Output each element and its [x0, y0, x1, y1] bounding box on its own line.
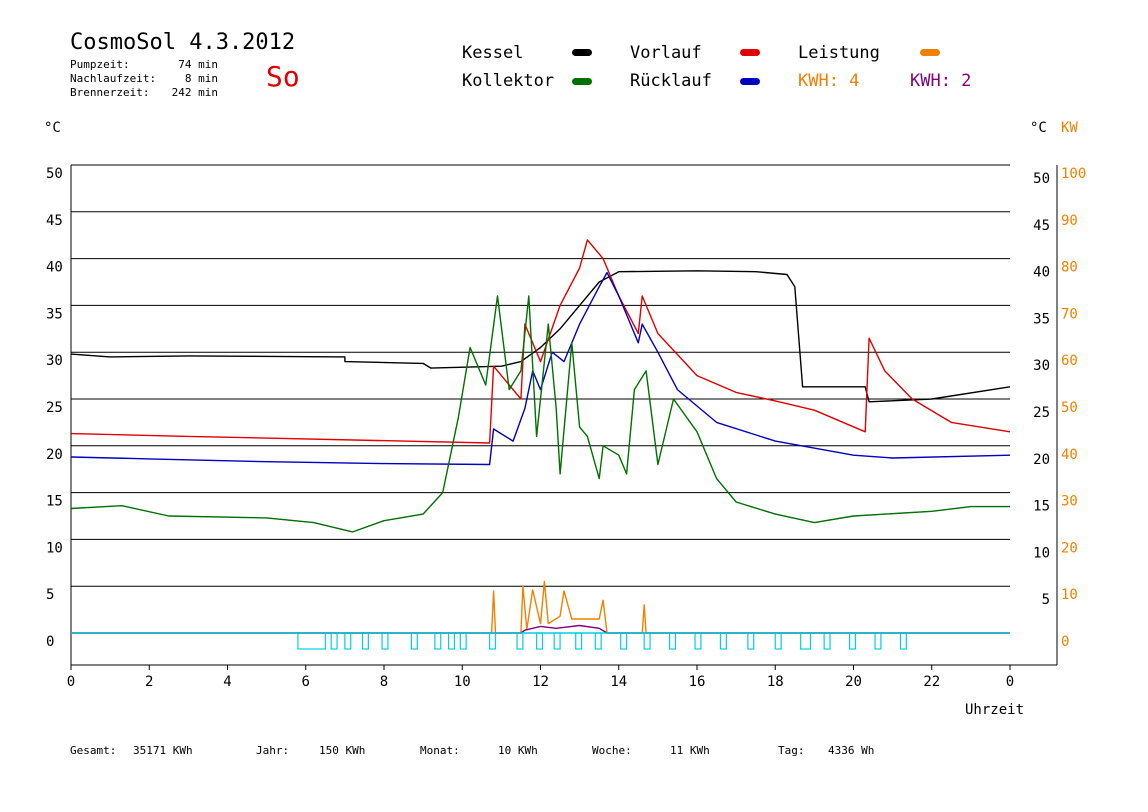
- footer-monat-label: Monat:: [420, 744, 460, 757]
- y2-kw-tick-label: 40: [1061, 447, 1078, 463]
- pump-pulse: [694, 632, 702, 650]
- pump-pulse: [330, 632, 338, 650]
- pump-pulse: [800, 632, 812, 650]
- y2-kw-tick-label: 90: [1061, 213, 1078, 229]
- series-line-ruecklauf: [70, 271, 1011, 466]
- y2-celsius-tick-label: 15: [1033, 499, 1050, 515]
- pump-pulse: [297, 632, 326, 650]
- x-tick-label: 6: [302, 674, 310, 690]
- pump-pulse: [594, 632, 602, 650]
- footer-jahr-label: Jahr:: [256, 744, 290, 757]
- y2-kw-tick-label: 100: [1061, 166, 1086, 182]
- series-line-vorlauf: [70, 239, 1011, 444]
- pump-pulse: [535, 632, 544, 650]
- series-line-kessel: [70, 270, 1011, 403]
- x-tick-label: 2: [145, 674, 153, 690]
- y2-kw-tick-label: 20: [1061, 540, 1078, 556]
- y-tick-label: 5: [46, 587, 54, 603]
- y-tick-label: 25: [46, 400, 63, 416]
- footer-woche-value: 11 KWh: [670, 744, 710, 757]
- y-tick-label: 20: [46, 447, 63, 463]
- chart: 0510152025303540455051015202530354045500…: [46, 164, 1086, 690]
- y2-celsius-tick-label: 10: [1033, 545, 1050, 561]
- pump-pulse: [848, 632, 857, 650]
- y2-celsius-tick-label: 30: [1033, 358, 1050, 374]
- x-tick-label: 18: [767, 674, 784, 690]
- x-tick-label: 20: [845, 674, 862, 690]
- x-tick-label: 22: [923, 674, 940, 690]
- pump-pulse: [410, 632, 418, 650]
- y-tick-label: 10: [46, 540, 63, 556]
- x-tick-label: 10: [454, 674, 471, 690]
- y-tick-label: 50: [46, 166, 63, 182]
- y-tick-label: 45: [46, 213, 63, 229]
- y2-kw-tick-label: 50: [1061, 400, 1078, 416]
- pump-pulse: [643, 632, 651, 650]
- pump-pulse: [459, 632, 467, 650]
- pump-pulse: [447, 632, 456, 650]
- x-tick-label: 14: [610, 674, 627, 690]
- footer-tag-value: 4336 Wh: [828, 744, 875, 757]
- footer-jahr-value: 150 KWh: [319, 744, 366, 757]
- pump-pulse: [344, 632, 352, 650]
- footer-gesamt-label: Gesamt:: [70, 744, 117, 757]
- pump-pulse: [823, 632, 831, 650]
- y-tick-label: 40: [46, 260, 63, 276]
- y2-kw-tick-label: 70: [1061, 306, 1078, 322]
- y2-celsius-tick-label: 25: [1033, 405, 1050, 421]
- pump-pulse: [719, 632, 727, 650]
- pump-pulse: [774, 632, 782, 650]
- footer-tag-label: Tag:: [778, 744, 805, 757]
- pump-pulse: [434, 632, 442, 650]
- y2-celsius-tick-label: 40: [1033, 265, 1050, 281]
- pump-pulse: [669, 632, 677, 650]
- footer-gesamt-value: 35171 KWh: [133, 744, 193, 757]
- series-line-leistung: [71, 580, 1010, 634]
- y-tick-label: 0: [46, 634, 54, 650]
- pump-pulse: [747, 632, 755, 650]
- x-tick-label: 0: [67, 674, 75, 690]
- x-tick-label: 12: [532, 674, 549, 690]
- pump-pulse: [553, 632, 561, 650]
- pump-pulse: [516, 632, 524, 650]
- y2-kw-tick-label: 80: [1061, 260, 1078, 276]
- x-tick-label: 4: [223, 674, 231, 690]
- series-line-kollektor: [70, 295, 1010, 533]
- footer-monat-value: 10 KWh: [498, 744, 538, 757]
- y-tick-label: 15: [46, 494, 63, 510]
- y-tick-label: 30: [46, 353, 63, 369]
- series-line-kwh2: [71, 624, 1010, 634]
- y2-kw-tick-label: 10: [1061, 587, 1078, 603]
- pump-pulse: [620, 632, 628, 650]
- pump-pulse: [381, 632, 389, 650]
- y2-celsius-tick-label: 5: [1042, 592, 1050, 608]
- y2-kw-tick-label: 0: [1061, 634, 1069, 650]
- footer-woche-label: Woche:: [592, 744, 632, 757]
- y2-celsius-tick-label: 20: [1033, 452, 1050, 468]
- x-tick-label: 8: [380, 674, 388, 690]
- pump-pulse: [361, 632, 369, 650]
- pump-pulse: [899, 632, 907, 650]
- y2-celsius-tick-label: 45: [1033, 218, 1050, 234]
- y2-kw-tick-label: 30: [1061, 494, 1078, 510]
- x-tick-label: 0: [1006, 674, 1014, 690]
- pump-pulse: [874, 632, 882, 650]
- x-tick-label: 16: [689, 674, 706, 690]
- pump-pulse: [575, 632, 583, 650]
- y2-celsius-tick-label: 50: [1033, 171, 1050, 187]
- y2-kw-tick-label: 60: [1061, 353, 1078, 369]
- pump-pulse: [489, 632, 497, 650]
- y-tick-label: 35: [46, 306, 63, 322]
- y2-celsius-tick-label: 35: [1033, 311, 1050, 327]
